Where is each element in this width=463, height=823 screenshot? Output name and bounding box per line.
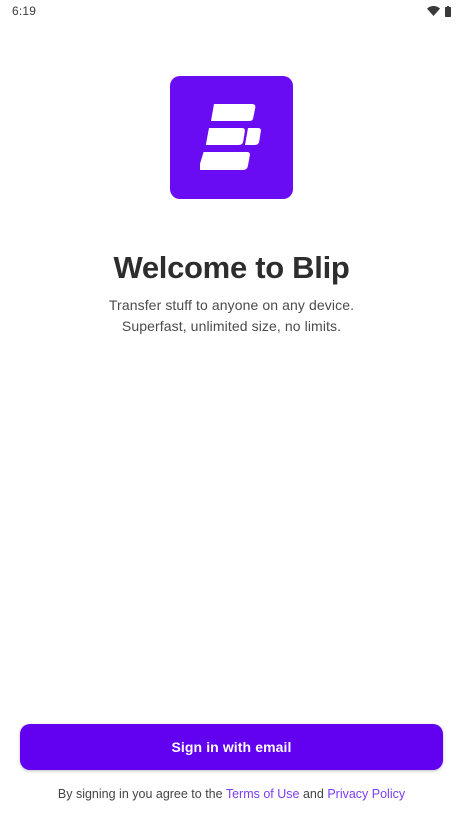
tagline-line-2: Superfast, unlimited size, no limits. [121,318,342,334]
legal-conjunction: and [302,787,324,801]
legal-prefix: By signing in you agree to the [57,787,223,801]
terms-of-use-link[interactable]: Terms of Use [226,787,300,801]
tagline-line-1: Transfer stuff to anyone on any device. [108,297,355,313]
status-time: 6:19 [12,4,37,18]
welcome-screen: 6:19 Welcome to Blip Transfer stuff to a… [0,0,463,823]
sign-in-label: Sign in with email [171,739,292,755]
wifi-icon [427,6,440,16]
app-logo [170,76,293,199]
welcome-title: Welcome to Blip [113,250,350,285]
blip-logo-icon [199,103,261,170]
status-icons [427,5,451,17]
sign-in-with-email-button[interactable]: Sign in with email [20,724,443,770]
privacy-policy-link[interactable]: Privacy Policy [327,787,405,801]
battery-icon [445,5,451,17]
status-bar: 6:19 [0,0,463,22]
legal-notice: By signing in you agree to the Terms of … [0,787,463,801]
